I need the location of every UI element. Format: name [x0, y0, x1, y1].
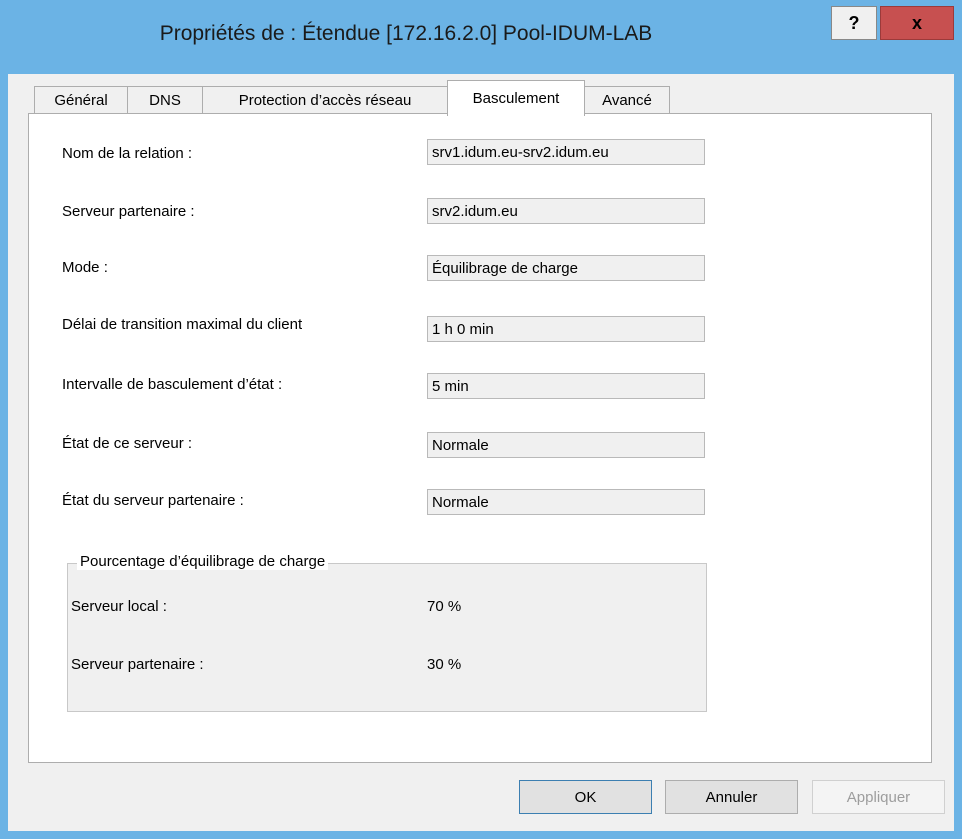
close-button[interactable]: x — [880, 6, 954, 40]
local-server-label: Serveur local : — [71, 598, 167, 615]
partner-server-percent: 30 % — [427, 656, 462, 673]
mclt-label: Délai de transition maximal du client — [62, 316, 303, 333]
failover-panel: Nom de la relation : srv1.idum.eu-srv2.i… — [28, 113, 932, 763]
dialog-window: Propriétés de : Étendue [172.16.2.0] Poo… — [0, 0, 962, 839]
apply-button[interactable]: Appliquer — [812, 780, 945, 814]
window-title: Propriétés de : Étendue [172.16.2.0] Poo… — [159, 22, 653, 45]
title-bar[interactable]: Propriétés de : Étendue [172.16.2.0] Poo… — [0, 0, 962, 74]
dialog-body: Général DNS Protection d’accès réseau Ba… — [8, 74, 954, 831]
partner-server-label: Serveur partenaire : — [62, 203, 195, 220]
state-switchover-field[interactable]: 5 min — [427, 373, 705, 399]
tab-dns[interactable]: DNS — [127, 86, 203, 114]
load-balance-group: Pourcentage d’équilibrage de charge Serv… — [67, 553, 707, 712]
ok-button[interactable]: OK — [519, 780, 652, 814]
partner-server-percent-label: Serveur partenaire : — [71, 656, 204, 673]
tab-nap[interactable]: Protection d’accès réseau — [202, 86, 448, 114]
partner-state-label: État du serveur partenaire : — [62, 492, 244, 509]
tab-failover[interactable]: Basculement — [447, 80, 585, 116]
cancel-button[interactable]: Annuler — [665, 780, 798, 814]
mclt-field[interactable]: 1 h 0 min — [427, 316, 705, 342]
partner-state-field[interactable]: Normale — [427, 489, 705, 515]
mode-label: Mode : — [62, 259, 108, 276]
tab-advanced[interactable]: Avancé — [584, 86, 670, 114]
load-balance-group-label: Pourcentage d’équilibrage de charge — [77, 553, 329, 570]
this-server-state-label: État de ce serveur : — [62, 435, 193, 452]
help-button[interactable]: ? — [831, 6, 877, 40]
this-server-state-field[interactable]: Normale — [427, 432, 705, 458]
relation-name-field[interactable]: srv1.idum.eu-srv2.idum.eu — [427, 139, 705, 165]
tab-general[interactable]: Général — [34, 86, 128, 114]
relation-name-label: Nom de la relation : — [62, 145, 193, 162]
mode-field[interactable]: Équilibrage de charge — [427, 255, 705, 281]
local-server-percent: 70 % — [427, 598, 462, 615]
state-switchover-label: Intervalle de basculement d’état : — [62, 376, 283, 393]
partner-server-field[interactable]: srv2.idum.eu — [427, 198, 705, 224]
